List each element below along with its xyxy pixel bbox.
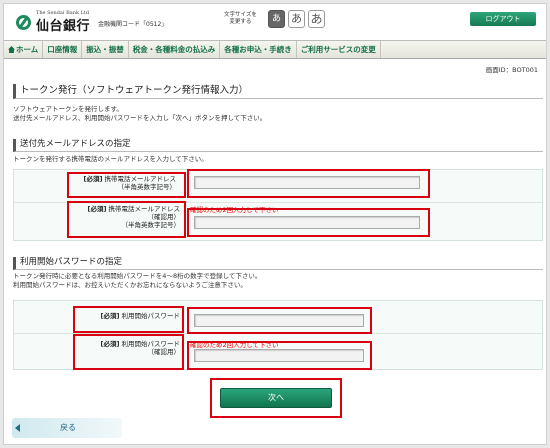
highlight-box	[73, 306, 184, 333]
password-section-title: 利用開始パスワードの指定	[13, 257, 543, 270]
highlight-box	[67, 201, 186, 238]
nav-item-home-label: ホーム	[16, 45, 39, 54]
page-description-line1: ソフトウェアトークンを発行します。	[13, 105, 123, 113]
back-arrow-icon	[15, 424, 20, 432]
email-section-description: トークンを発行する携帯電話のメールアドレスを入力して下さい。	[13, 155, 208, 163]
font-size-xlarge-button[interactable]: あ	[308, 10, 325, 28]
highlight-box	[210, 378, 342, 418]
main-nav: ホーム 口座情報 振込・振替 税金・各種料金の払込み 各種お申込・手続き ご利用…	[4, 40, 546, 59]
screen-id: 画面ID：BOT001	[485, 66, 538, 74]
page-description-line2: 送付先メールアドレス、利用開始パスワードを入力し「次へ」ボタンを押して下さい。	[13, 114, 267, 122]
password-section-description: トークン発行時に必要となる利用開始パスワードを4～8桁の数字で登録して下さい。 …	[13, 272, 261, 290]
nav-item-service-change[interactable]: ご利用サービスの変更	[297, 41, 381, 58]
home-icon	[8, 46, 15, 53]
highlight-box	[187, 208, 430, 237]
nav-item-applications[interactable]: 各種お申込・手続き	[220, 41, 297, 58]
nav-item-account-info[interactable]: 口座情報	[43, 41, 83, 58]
font-size-label-line2: 変更する	[229, 19, 252, 25]
highlight-box	[187, 169, 430, 198]
bank-code: 金融機関コード「0512」	[98, 21, 168, 28]
highlight-box	[67, 172, 186, 198]
nav-item-transfer[interactable]: 振込・振替	[82, 41, 129, 58]
nav-item-tax-payment[interactable]: 税金・各種料金の払込み	[129, 41, 221, 58]
font-size-large-button[interactable]: あ	[288, 10, 305, 28]
back-button[interactable]: 戻る	[12, 418, 122, 438]
highlight-box	[187, 307, 372, 334]
password-section-description-line2: 利用開始パスワードは、お控えいただくかお忘れにならないようご注意下さい。	[13, 281, 247, 289]
font-size-label: 文字サイズを 変更する	[224, 12, 257, 26]
password-section-description-line1: トークン発行時に必要となる利用開始パスワードを4～8桁の数字で登録して下さい。	[13, 272, 262, 280]
header: The Sendai Bank Ltd 仙台銀行 金融機関コード「0512」 文…	[4, 4, 546, 38]
highlight-box	[187, 341, 372, 370]
nav-item-home[interactable]: ホーム	[4, 41, 44, 58]
browser-frame: The Sendai Bank Ltd 仙台銀行 金融機関コード「0512」 文…	[3, 3, 547, 445]
page-title: トークン発行（ソフトウェアトークン発行情報入力）	[13, 84, 543, 99]
email-section-title: 送付先メールアドレスの指定	[13, 139, 543, 152]
bank-name-jp: 仙台銀行	[36, 19, 91, 34]
highlight-box	[73, 334, 184, 370]
font-size-label-line1: 文字サイズを	[224, 12, 257, 18]
font-size-small-button[interactable]: あ	[268, 10, 285, 28]
logout-button[interactable]: ログアウト	[470, 12, 536, 26]
bank-logo-icon	[16, 15, 31, 30]
back-button-label: 戻る	[60, 423, 76, 432]
page-description: ソフトウェアトークンを発行します。 送付先メールアドレス、利用開始パスワードを入…	[13, 105, 266, 123]
